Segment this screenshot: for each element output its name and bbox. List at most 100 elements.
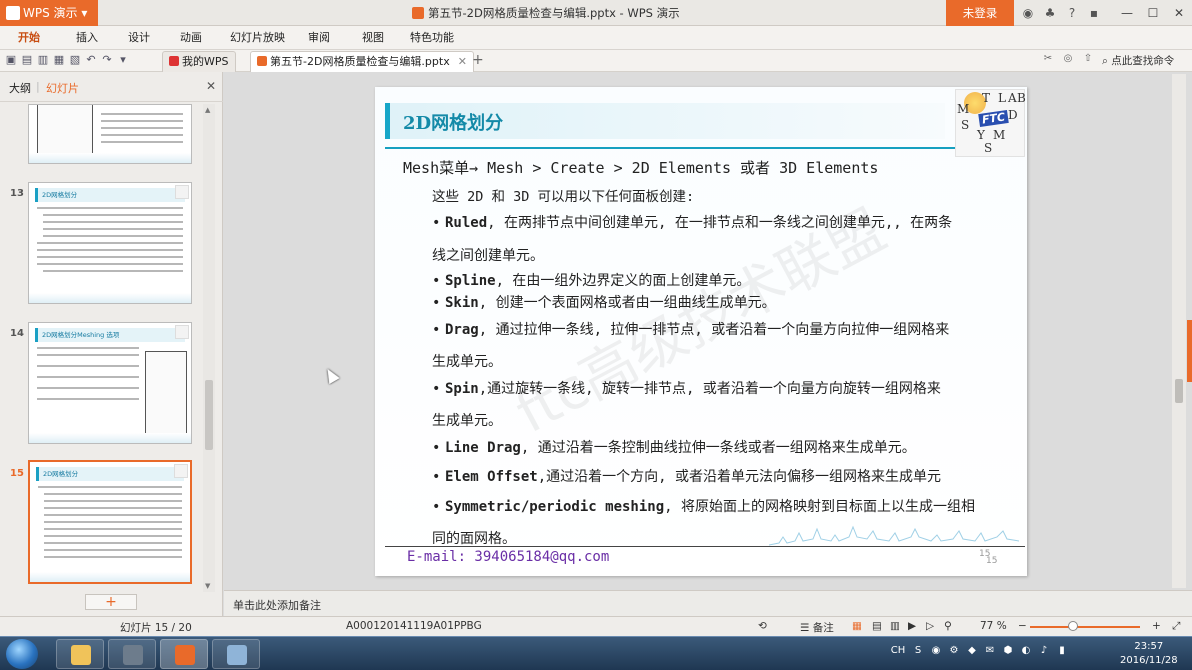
- scroll-up-icon[interactable]: ▲: [205, 106, 210, 114]
- slide-thumbnail-15[interactable]: 2D网格划分: [28, 460, 192, 584]
- redo-icon[interactable]: ↷: [100, 53, 114, 67]
- ime-indicator[interactable]: CH: [890, 645, 906, 656]
- status-bar: 幻灯片 15 / 20 A000120141119A01PPBG ⟲ ☰ 备注 …: [0, 616, 1192, 636]
- slide-thumbnail-13[interactable]: 2D网格划分: [28, 182, 192, 304]
- undo-icon[interactable]: ↶: [84, 53, 98, 67]
- menu-special-features[interactable]: 特色功能: [410, 26, 454, 50]
- open-icon[interactable]: ▣: [4, 53, 18, 67]
- tray-icon-1[interactable]: ◉: [930, 645, 942, 656]
- taskbar-paint[interactable]: [212, 639, 260, 669]
- slide-sorter-icon[interactable]: ▤: [872, 620, 882, 632]
- dropdown-icon[interactable]: ▾: [116, 53, 130, 67]
- editor-scrollbar-thumb[interactable]: [1175, 379, 1183, 403]
- location-icon[interactable]: ⚲: [944, 620, 952, 632]
- start-button[interactable]: [6, 639, 38, 669]
- menu-slideshow[interactable]: 幻灯片放映: [230, 26, 285, 50]
- zoom-slider-knob[interactable]: [1068, 621, 1078, 631]
- tool-icon-1[interactable]: ✂: [1040, 53, 1056, 69]
- tray-icon-6[interactable]: ◐: [1020, 645, 1032, 656]
- help-icon[interactable]: ?: [1062, 6, 1082, 20]
- tool-icon-3[interactable]: ⇧: [1080, 53, 1096, 69]
- bullet-ruled[interactable]: • Ruled, 在两排节点中间创建单元, 在一排节点和一条线之间创建单元,, 在…: [432, 209, 1022, 238]
- tab-close-icon[interactable]: ✕: [458, 55, 467, 68]
- menu-view[interactable]: 视图: [362, 26, 384, 50]
- network-icon[interactable]: ▮: [1056, 645, 1068, 656]
- zoom-slider-track[interactable]: [1030, 626, 1140, 628]
- bullet-skin[interactable]: • Skin, 创建一个表面网格或者由一组曲线生成单元。: [432, 289, 1022, 318]
- close-button[interactable]: ✕: [1166, 0, 1192, 26]
- editor-vertical-scrollbar[interactable]: [1172, 74, 1186, 588]
- save-icon[interactable]: ▤: [20, 53, 34, 67]
- bullet-symmetric-meshing-cont[interactable]: 同的面网格。: [432, 528, 516, 548]
- protect-icon[interactable]: ⟲: [758, 620, 767, 632]
- tab-current-document[interactable]: 第五节-2D网格质量检查与编辑.pptx ✕: [250, 51, 474, 72]
- thumbnail-scrollbar[interactable]: ▲ ▼: [203, 104, 215, 592]
- minimize-button[interactable]: —: [1114, 0, 1140, 26]
- print-preview-icon[interactable]: ▧: [68, 53, 82, 67]
- notes-toggle-button[interactable]: ☰ 备注: [800, 620, 834, 635]
- bullet-spin[interactable]: • Spin,通过旋转一条线, 旋转一排节点, 或者沿着一个向量方向旋转一组网格来: [432, 375, 1022, 404]
- bullet-text: , 通过拉伸一条线, 拉伸一排节点, 或者沿着一个向量方向拉伸一组网格来: [478, 322, 950, 338]
- panel-close-icon[interactable]: ✕: [206, 79, 216, 93]
- ime-s-icon[interactable]: S: [912, 645, 924, 656]
- tool-icon-2[interactable]: ◎: [1060, 53, 1076, 69]
- login-button[interactable]: 未登录: [946, 0, 1014, 26]
- tray-icon-2[interactable]: ⚙: [948, 645, 960, 656]
- ftc-lab-logo: M T L A B D S Y M S FTC: [955, 89, 1026, 157]
- fit-window-icon[interactable]: ⤢: [1172, 620, 1180, 633]
- menu-animation[interactable]: 动画: [180, 26, 202, 50]
- bullet-keyword: Spin: [445, 381, 479, 397]
- bullet-drag-cont[interactable]: 生成单元。: [432, 351, 502, 371]
- new-tab-icon[interactable]: +: [472, 52, 484, 68]
- zoom-out-icon[interactable]: −: [1018, 620, 1027, 632]
- zoom-level[interactable]: 77 %: [980, 620, 1007, 632]
- tray-icon-5[interactable]: ⬢: [1002, 645, 1014, 656]
- skin-icon[interactable]: ◉: [1018, 6, 1038, 20]
- print-icon[interactable]: ▦: [52, 53, 66, 67]
- slide-title[interactable]: 2D网格划分: [403, 109, 503, 135]
- command-search[interactable]: ⌕ 点此查找命令: [1102, 53, 1174, 68]
- reading-view-icon[interactable]: ▥: [890, 620, 900, 632]
- system-clock[interactable]: 23:57 2016/11/28: [1120, 640, 1178, 668]
- minimize-ribbon-icon[interactable]: ▪: [1084, 6, 1104, 20]
- notes-pane[interactable]: 单击此处添加备注: [224, 590, 1192, 616]
- slide-thumbnail-12[interactable]: [28, 104, 192, 164]
- intro-text[interactable]: 这些 2D 和 3D 可以用以下任何面板创建:: [432, 185, 694, 205]
- bullet-symmetric-meshing[interactable]: • Symmetric/periodic meshing, 将原始面上的网格映射到…: [432, 493, 1022, 522]
- footer-email[interactable]: E-mail: 394065184@qq.com: [407, 549, 609, 565]
- bullet-text: ,通过沿着一个方向, 或者沿着单元法向偏移一组网格来生成单元: [537, 469, 942, 485]
- scroll-down-icon[interactable]: ▼: [205, 582, 210, 590]
- current-slide[interactable]: 2D网格划分 M T L A B D S Y M S FTC ftc高级技术联盟…: [375, 87, 1027, 576]
- scrollbar-thumb[interactable]: [205, 380, 213, 450]
- tray-icon-3[interactable]: ◆: [966, 645, 978, 656]
- volume-icon[interactable]: ♪: [1038, 645, 1050, 656]
- menu-review[interactable]: 审阅: [308, 26, 330, 50]
- tab-slides[interactable]: 幻灯片: [46, 80, 79, 96]
- slideshow-icon[interactable]: ▶: [908, 620, 916, 632]
- shirt-icon[interactable]: ♣: [1040, 6, 1060, 20]
- wps-app-menu-button[interactable]: WPS 演示 ▾: [0, 0, 98, 26]
- slide-thumbnail-14[interactable]: 2D网格划分Meshing 选项: [28, 322, 192, 444]
- add-slide-button[interactable]: +: [85, 594, 137, 610]
- bullet-elem-offset[interactable]: • Elem Offset,通过沿着一个方向, 或者沿着单元法向偏移一组网格来生成…: [432, 463, 1022, 492]
- side-panel-handle[interactable]: [1187, 320, 1192, 382]
- play-icon[interactable]: ▷: [926, 620, 934, 632]
- bullet-spin-cont[interactable]: 生成单元。: [432, 410, 502, 430]
- menu-path-text[interactable]: Mesh菜单→ Mesh > Create > 2D Elements 或者 3…: [403, 157, 878, 178]
- bullet-ruled-cont[interactable]: 线之间创建单元。: [432, 245, 544, 265]
- menu-home[interactable]: 开始: [18, 26, 40, 50]
- tray-icon-4[interactable]: ✉: [984, 645, 996, 656]
- taskbar-app-2[interactable]: [108, 639, 156, 669]
- tab-my-wps[interactable]: 我的WPS: [162, 51, 236, 72]
- taskbar-explorer[interactable]: [56, 639, 104, 669]
- zoom-in-icon[interactable]: +: [1152, 620, 1161, 632]
- normal-view-icon[interactable]: ▦: [852, 620, 862, 632]
- menu-design[interactable]: 设计: [128, 26, 150, 50]
- tab-outline[interactable]: 大纲: [9, 80, 31, 96]
- export-pdf-icon[interactable]: ▥: [36, 53, 50, 67]
- menu-insert[interactable]: 插入: [76, 26, 98, 50]
- bullet-line-drag[interactable]: • Line Drag, 通过沿着一条控制曲线拉伸一条线或者一组网格来生成单元。: [432, 434, 1022, 463]
- bullet-drag[interactable]: • Drag, 通过拉伸一条线, 拉伸一排节点, 或者沿着一个向量方向拉伸一组网格…: [432, 316, 1022, 345]
- taskbar-wps-presentation[interactable]: [160, 639, 208, 669]
- maximize-button[interactable]: ☐: [1140, 0, 1166, 26]
